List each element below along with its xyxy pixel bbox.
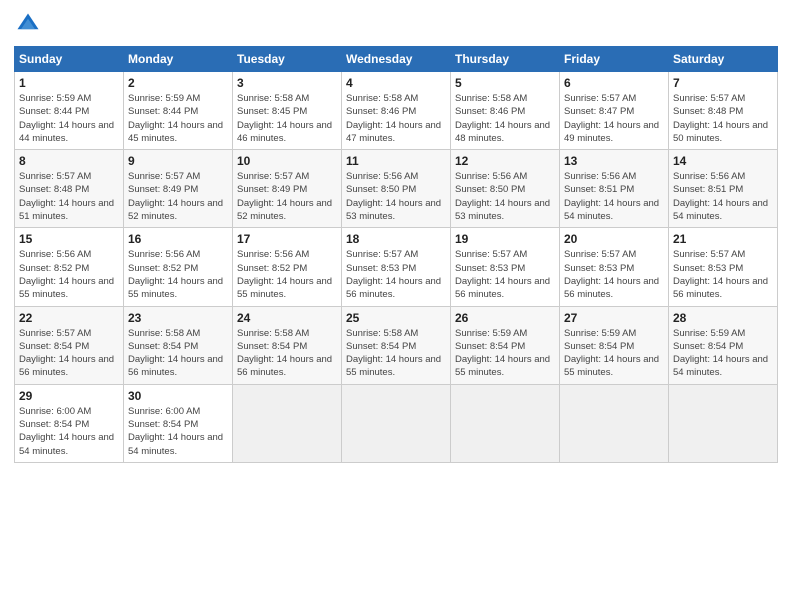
calendar-day-24: 24Sunrise: 5:58 AMSunset: 8:54 PMDayligh… [233, 306, 342, 384]
calendar-day-14: 14Sunrise: 5:56 AMSunset: 8:51 PMDayligh… [669, 150, 778, 228]
calendar-header: SundayMondayTuesdayWednesdayThursdayFrid… [15, 47, 778, 72]
weekday-header-tuesday: Tuesday [233, 47, 342, 72]
calendar-day-20: 20Sunrise: 5:57 AMSunset: 8:53 PMDayligh… [560, 228, 669, 306]
calendar-day-empty [342, 384, 451, 462]
calendar-day-21: 21Sunrise: 5:57 AMSunset: 8:53 PMDayligh… [669, 228, 778, 306]
calendar-day-empty [669, 384, 778, 462]
calendar-day-29: 29Sunrise: 6:00 AMSunset: 8:54 PMDayligh… [15, 384, 124, 462]
calendar-day-19: 19Sunrise: 5:57 AMSunset: 8:53 PMDayligh… [451, 228, 560, 306]
page: SundayMondayTuesdayWednesdayThursdayFrid… [0, 0, 792, 612]
calendar-week-2: 8Sunrise: 5:57 AMSunset: 8:48 PMDaylight… [15, 150, 778, 228]
calendar-day-17: 17Sunrise: 5:56 AMSunset: 8:52 PMDayligh… [233, 228, 342, 306]
calendar-day-empty [560, 384, 669, 462]
calendar-day-26: 26Sunrise: 5:59 AMSunset: 8:54 PMDayligh… [451, 306, 560, 384]
calendar-day-empty [233, 384, 342, 462]
calendar-day-18: 18Sunrise: 5:57 AMSunset: 8:53 PMDayligh… [342, 228, 451, 306]
logo-icon [14, 10, 42, 38]
calendar-week-3: 15Sunrise: 5:56 AMSunset: 8:52 PMDayligh… [15, 228, 778, 306]
calendar-week-1: 1Sunrise: 5:59 AMSunset: 8:44 PMDaylight… [15, 72, 778, 150]
calendar-week-5: 29Sunrise: 6:00 AMSunset: 8:54 PMDayligh… [15, 384, 778, 462]
calendar-day-30: 30Sunrise: 6:00 AMSunset: 8:54 PMDayligh… [124, 384, 233, 462]
calendar-body: 1Sunrise: 5:59 AMSunset: 8:44 PMDaylight… [15, 72, 778, 463]
calendar-day-16: 16Sunrise: 5:56 AMSunset: 8:52 PMDayligh… [124, 228, 233, 306]
calendar-day-1: 1Sunrise: 5:59 AMSunset: 8:44 PMDaylight… [15, 72, 124, 150]
calendar-day-11: 11Sunrise: 5:56 AMSunset: 8:50 PMDayligh… [342, 150, 451, 228]
calendar-week-4: 22Sunrise: 5:57 AMSunset: 8:54 PMDayligh… [15, 306, 778, 384]
calendar-day-28: 28Sunrise: 5:59 AMSunset: 8:54 PMDayligh… [669, 306, 778, 384]
weekday-header-friday: Friday [560, 47, 669, 72]
logo [14, 10, 46, 38]
calendar-table: SundayMondayTuesdayWednesdayThursdayFrid… [14, 46, 778, 463]
calendar-day-3: 3Sunrise: 5:58 AMSunset: 8:45 PMDaylight… [233, 72, 342, 150]
calendar-day-empty [451, 384, 560, 462]
weekday-header-sunday: Sunday [15, 47, 124, 72]
calendar-day-27: 27Sunrise: 5:59 AMSunset: 8:54 PMDayligh… [560, 306, 669, 384]
calendar-day-25: 25Sunrise: 5:58 AMSunset: 8:54 PMDayligh… [342, 306, 451, 384]
calendar-day-12: 12Sunrise: 5:56 AMSunset: 8:50 PMDayligh… [451, 150, 560, 228]
calendar-day-9: 9Sunrise: 5:57 AMSunset: 8:49 PMDaylight… [124, 150, 233, 228]
weekday-header-monday: Monday [124, 47, 233, 72]
calendar-day-22: 22Sunrise: 5:57 AMSunset: 8:54 PMDayligh… [15, 306, 124, 384]
calendar-day-13: 13Sunrise: 5:56 AMSunset: 8:51 PMDayligh… [560, 150, 669, 228]
calendar-day-23: 23Sunrise: 5:58 AMSunset: 8:54 PMDayligh… [124, 306, 233, 384]
calendar-day-5: 5Sunrise: 5:58 AMSunset: 8:46 PMDaylight… [451, 72, 560, 150]
weekday-row: SundayMondayTuesdayWednesdayThursdayFrid… [15, 47, 778, 72]
header [14, 10, 778, 38]
calendar-day-7: 7Sunrise: 5:57 AMSunset: 8:48 PMDaylight… [669, 72, 778, 150]
calendar-day-6: 6Sunrise: 5:57 AMSunset: 8:47 PMDaylight… [560, 72, 669, 150]
weekday-header-wednesday: Wednesday [342, 47, 451, 72]
calendar-day-2: 2Sunrise: 5:59 AMSunset: 8:44 PMDaylight… [124, 72, 233, 150]
weekday-header-thursday: Thursday [451, 47, 560, 72]
calendar-day-4: 4Sunrise: 5:58 AMSunset: 8:46 PMDaylight… [342, 72, 451, 150]
calendar-day-8: 8Sunrise: 5:57 AMSunset: 8:48 PMDaylight… [15, 150, 124, 228]
calendar-day-10: 10Sunrise: 5:57 AMSunset: 8:49 PMDayligh… [233, 150, 342, 228]
weekday-header-saturday: Saturday [669, 47, 778, 72]
calendar-day-15: 15Sunrise: 5:56 AMSunset: 8:52 PMDayligh… [15, 228, 124, 306]
